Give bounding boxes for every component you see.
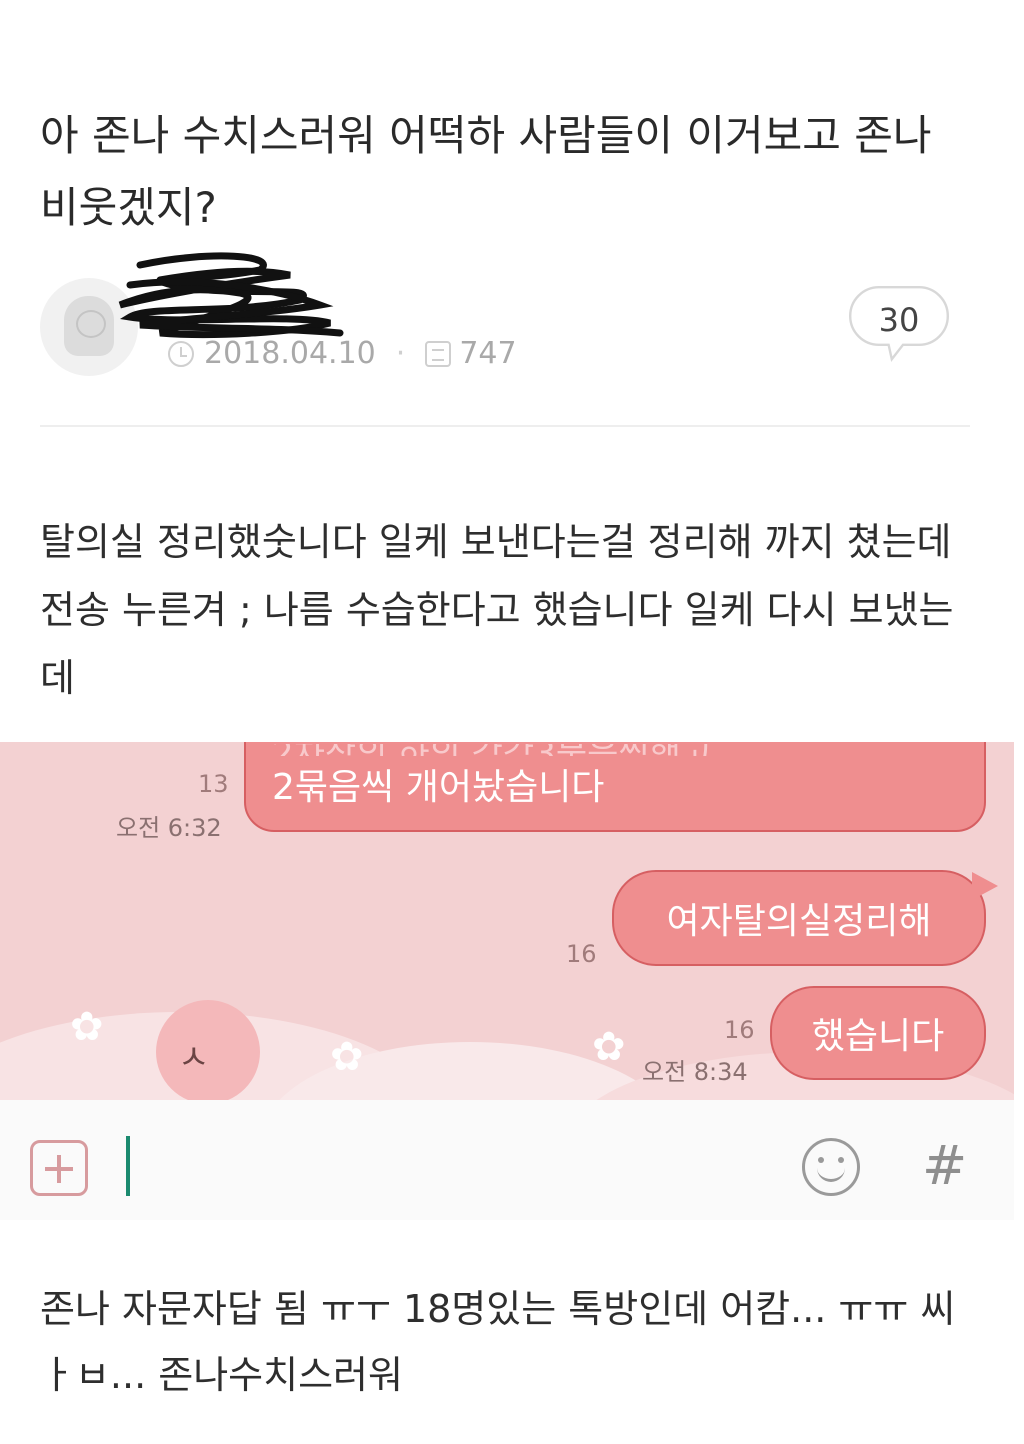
views-icon [425, 340, 452, 367]
clock-icon [168, 340, 194, 367]
message-text: 여자탈의실정리해 [666, 901, 932, 942]
read-count: 16 [566, 940, 597, 968]
comment-count[interactable]: 30 [834, 301, 964, 339]
flower-decoration: ✿ [330, 1034, 364, 1080]
flower-decoration: ✿ [70, 1004, 104, 1050]
read-count: 16 [724, 1016, 755, 1044]
hash-icon[interactable]: # [922, 1134, 967, 1197]
post-body: 탈의실 정리했숫니다 일케 보낸다는걸 정리해 까지 쳤는데 전송 누른겨 ; … [40, 520, 954, 700]
post-date: 2018.04.10 [204, 336, 376, 371]
message-bubble: 여자탈의실정리해 [612, 870, 986, 966]
divider [40, 425, 970, 427]
message-bubble: 2차장의 하의 각각3묶음씩했고 2묶음씩 개어놨습니다 [244, 742, 986, 832]
chat-input-bar: # [0, 1100, 1014, 1220]
message-time: 오전 6:32 [116, 814, 222, 842]
text-cursor[interactable] [126, 1136, 130, 1196]
chat-screenshot: ✿ ✿ ✿ ㅅ 2차장의 하의 각각3묶음씩했고 2묶음씩 개어놨습니다 13 … [0, 742, 1014, 1100]
meta-separator: · [395, 336, 406, 371]
post-meta: 2018.04.10 · 747 [168, 336, 517, 371]
message-time: 오전 8:34 [642, 1058, 748, 1086]
emoji-icon[interactable] [802, 1138, 860, 1196]
flower-decoration: ✿ [592, 1024, 626, 1070]
message-bubble: 했습니다 [770, 986, 986, 1080]
message-text-cut: 2차장의 하의 각각3묶음씩했고 [272, 744, 712, 756]
plus-icon[interactable] [30, 1140, 88, 1196]
post-views: 747 [459, 336, 517, 371]
message-text: 했습니다 [811, 1016, 945, 1057]
bubble-tail [972, 872, 998, 900]
post-footer-text: 존나 자문자답 됨 ㅠㅜ 18명있는 톡방인데 어캄... ㅠㅠ 씨ㅏㅂ... … [40, 1287, 956, 1397]
redaction-scribble [118, 252, 344, 339]
read-count: 13 [198, 770, 229, 798]
peach-face: ㅅ [178, 1038, 210, 1078]
peach-sticker: ㅅ [156, 1000, 260, 1100]
message-text: 2묶음씩 개어놨습니다 [272, 767, 605, 808]
post-title: 아 존나 수치스러워 어떡하 사람들이 이거보고 존나 비웃겠지? [40, 111, 932, 232]
